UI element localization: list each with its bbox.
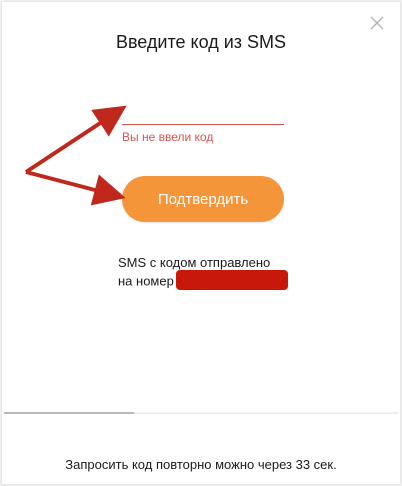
resend-timer-text: Запросить код повторно можно через 33 се… xyxy=(65,457,337,472)
error-message: Вы не ввели код xyxy=(122,130,214,144)
sms-code-dialog: Введите код из SMS Вы не ввели код Подтв… xyxy=(2,2,400,484)
phone-prefix: на номер xyxy=(118,273,174,289)
redacted-phone-number xyxy=(175,270,288,290)
code-field-group: Вы не ввели код xyxy=(122,102,284,144)
resend-progress-track xyxy=(4,412,398,414)
confirm-button[interactable]: Подтвердить xyxy=(122,176,284,222)
phone-line: на номер xyxy=(118,270,288,292)
resend-progress-fill xyxy=(4,412,135,414)
close-icon[interactable] xyxy=(368,14,386,32)
sms-code-input[interactable] xyxy=(122,102,284,125)
sms-sent-info: SMS с кодом отправлено на номер xyxy=(118,254,288,292)
dialog-title: Введите код из SMS xyxy=(115,32,287,52)
